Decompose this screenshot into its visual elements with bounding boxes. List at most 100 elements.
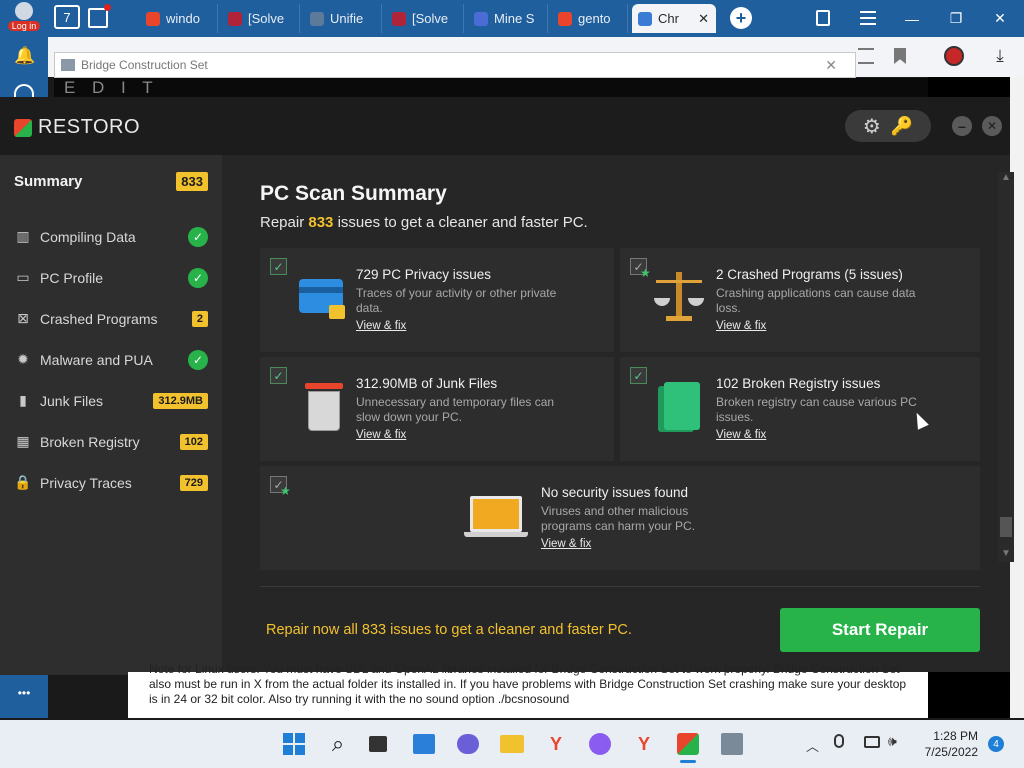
browser-tab[interactable]: windo [140,4,218,33]
junk-checkbox[interactable]: ✓ [270,367,287,384]
active-app-indicator [680,760,696,763]
file-explorer-icon[interactable] [498,730,526,758]
summary-row[interactable]: Summary 833 [14,172,208,191]
tab-close-icon[interactable]: ✕ [698,11,709,27]
search-icon[interactable]: ⌕ [324,730,352,758]
registry-icon: ▦ [16,433,30,449]
security-view-fix-link[interactable]: View & fix [541,538,761,550]
sidebar-item[interactable]: ▮ Junk Files 312.9MB [0,380,222,421]
gear-icon[interactable]: ⚙ [863,114,881,139]
login-avatar[interactable]: Log in [6,2,42,34]
privacy-checkbox[interactable]: ✓ [270,258,287,275]
sidebar-item[interactable]: ▭ PC Profile ✓ [0,257,222,298]
registry-view-fix-link[interactable]: View & fix [716,429,936,441]
restoro-minimize-button[interactable]: – [952,116,972,136]
sidebar-item[interactable]: 🔒 Privacy Traces 729 [0,462,222,503]
scroll-up-icon[interactable]: ▲ [998,172,1014,186]
tab-label: gento [578,11,611,26]
footer-divider [260,586,980,587]
browser-tab[interactable]: Chr ✕ [632,4,716,33]
security-desc: Viruses and other malicious programs can… [541,504,696,533]
start-repair-button[interactable]: Start Repair [780,608,980,652]
bell-icon[interactable]: 🔔 [14,46,35,66]
settings-pill[interactable]: ⚙ 🔑 [845,110,931,142]
sidebar-item[interactable]: ⊠ Crashed Programs 2 [0,298,222,339]
start-icon[interactable] [280,730,308,758]
registry-checkbox[interactable]: ✓ [630,367,647,384]
restoro-close-button[interactable]: ✕ [982,116,1002,136]
bridge-app-icon[interactable] [718,730,746,758]
more-icon[interactable]: ••• [10,686,38,700]
junk-desc: Unnecessary and temporary files can slow… [356,395,555,424]
download-icon[interactable] [14,84,34,98]
browser-tab[interactable]: [Solve [222,4,300,33]
junk-view-fix-link[interactable]: View & fix [356,429,576,441]
bridge-right-strip [928,77,1010,97]
minimize-button[interactable]: — [890,0,934,37]
close-button[interactable]: ✕ [978,0,1022,37]
volume-icon[interactable]: 🕪 [888,733,897,750]
privacy-view-fix-link[interactable]: View & fix [356,320,576,332]
laptop-icon [464,496,528,538]
browser-tab[interactable]: gento [552,4,628,33]
ladybug-icon[interactable] [944,46,964,66]
check-circle-icon: ✓ [188,349,208,370]
reading-icon[interactable] [858,48,874,64]
widgets-icon[interactable] [410,730,438,758]
page-title: PC Scan Summary [260,182,447,205]
bridge-close-icon[interactable]: ✕ [825,57,837,74]
network-icon[interactable] [864,736,880,748]
new-tab-button[interactable]: + [730,7,752,29]
crashed-desc: Crashing applications can cause data los… [716,286,916,315]
tab-favicon-icon [392,11,406,26]
tab-count-icon[interactable]: 7 [54,5,80,29]
menu-icon[interactable] [860,11,876,25]
crashed-text: 2 Crashed Programs (5 issues) Crashing a… [716,267,956,332]
restoro-brand: RESTORO [38,116,141,138]
scroll-thumb[interactable] [1000,517,1012,537]
clock[interactable]: 1:28 PM 7/25/2022 [918,728,978,760]
sidebar-item[interactable]: ✹ Malware and PUA ✓ [0,339,222,380]
webpage-bottom-black [928,672,1010,718]
collections-icon[interactable] [816,10,830,26]
teams-chat-icon[interactable] [454,730,482,758]
microphone-icon[interactable] [834,734,844,748]
subheading-before: Repair [260,214,305,231]
webpage-note-text: Note for Linux users: You must have SDL … [149,662,907,706]
crashed-program-icon: ⊠ [17,310,29,326]
restoro-taskbar-icon[interactable] [674,730,702,758]
sidebar-item[interactable]: ▥ Compiling Data ✓ [0,216,222,257]
browser-tab[interactable]: Mine S [468,4,548,33]
new-window-icon[interactable] [88,8,108,28]
user-icon [15,2,33,20]
monitor-icon: ▭ [16,269,30,285]
sidebar-item-label: PC Profile [40,269,104,286]
chevron-up-icon[interactable]: ︿ [806,736,819,755]
restoro-logo-icon [14,118,32,137]
tab-label: Mine S [494,11,535,26]
crashed-view-fix-link[interactable]: View & fix [716,320,956,332]
scroll-down-icon[interactable]: ▼ [998,548,1014,562]
tab-label: Unifie [330,11,364,26]
toolbar-download-icon[interactable]: ⤓ [992,46,1008,66]
privacy-text: 729 PC Privacy issues Traces of your act… [356,267,576,332]
tab-favicon-icon [310,11,324,26]
lock-icon: 🔒 [14,474,32,490]
registry-text: 102 Broken Registry issues Broken regist… [716,376,936,441]
yandex-browser-2-icon[interactable]: Y [630,730,658,758]
task-view-icon[interactable] [364,730,392,758]
sidebar-item-badge: 729 [179,474,208,491]
alice-icon[interactable] [586,730,614,758]
bug-icon: ✹ [17,351,29,367]
summary-label: Summary [14,173,83,190]
tab-favicon-icon [638,11,652,26]
notification-badge[interactable]: 4 [988,736,1004,752]
browser-tab[interactable]: [Solve [386,4,464,33]
restore-button[interactable]: ❐ [934,0,978,37]
browser-tab[interactable]: Unifie [304,4,382,33]
sidebar-item[interactable]: ▦ Broken Registry 102 [0,421,222,462]
yandex-browser-icon[interactable]: Y [542,730,570,758]
check-circle-icon: ✓ [188,267,208,288]
key-icon[interactable]: 🔑 [891,116,913,137]
main-scrollbar[interactable]: ▲ ▼ [998,172,1014,562]
